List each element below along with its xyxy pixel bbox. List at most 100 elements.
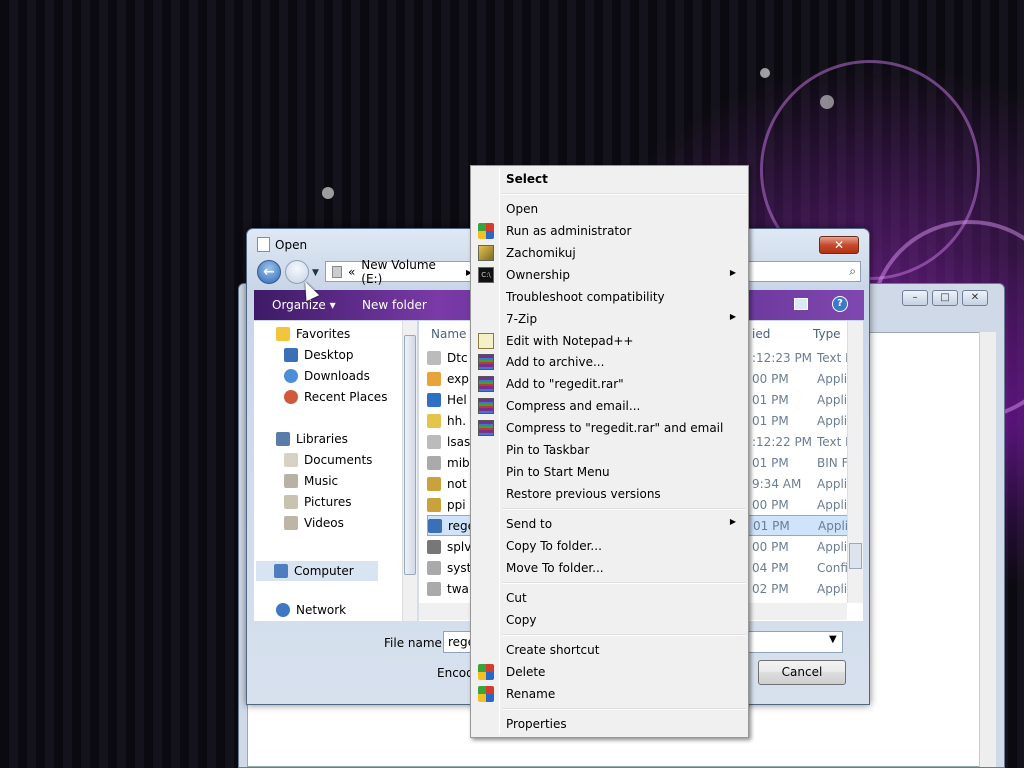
file-icon [427,581,441,596]
recent-places-icon [284,390,298,404]
menu-restore-versions[interactable]: Restore previous versions [473,483,746,505]
menu-pin-taskbar[interactable]: Pin to Taskbar [473,439,746,461]
star-icon [276,327,290,341]
dialog-close-button[interactable]: ✕ [819,236,859,254]
file-icon [427,497,441,512]
nav-libraries[interactable]: Libraries [276,432,348,446]
menu-delete[interactable]: Delete [473,661,746,683]
submenu-arrow-icon: ▶ [729,312,736,321]
uac-shield-icon [478,686,494,702]
maximize-button[interactable]: □ [932,290,958,306]
menu-copy[interactable]: Copy [473,609,746,631]
file-icon [427,371,441,386]
back-button[interactable]: ← [257,260,281,284]
file-date: 00 PM [752,497,789,512]
nav-scrollbar[interactable] [402,321,417,621]
encoding-label: Encod [437,666,474,680]
menu-troubleshoot[interactable]: Troubleshoot compatibility [473,286,746,308]
uac-shield-icon [478,223,494,239]
nav-recent-places[interactable]: Recent Places [284,390,387,404]
search-box[interactable]: ⌕ [747,261,861,282]
address-bar[interactable]: « New Volume (E:) ▸ [325,258,473,286]
file-type: Applic [817,539,851,554]
file-type: Applic [817,371,851,386]
list-scroll-thumb[interactable] [849,543,862,569]
nav-scroll-thumb[interactable] [404,335,416,575]
cancel-button[interactable]: Cancel [758,660,846,685]
nav-documents[interactable]: Documents [284,453,372,467]
winrar-icon [478,354,494,370]
pictures-icon [284,495,298,509]
file-icon [427,413,441,428]
file-icon [427,560,441,575]
menu-create-shortcut[interactable]: Create shortcut [473,639,746,661]
close-button[interactable]: ✕ [962,290,988,306]
minimize-button[interactable]: – [902,290,928,306]
network-icon [276,603,290,617]
file-type: Text D [817,350,851,365]
nav-videos[interactable]: Videos [284,516,344,530]
background-window-scrollbar[interactable] [979,332,996,767]
wallpaper-dot [760,68,770,78]
file-icon [427,350,441,365]
file-date: 9:34 AM [752,476,802,491]
menu-add-to-archive[interactable]: Add to archive... [473,351,746,373]
file-type: Applic [817,476,851,491]
organize-button[interactable]: Organize ▾ [272,298,336,312]
menu-separator [502,193,746,195]
list-scrollbar[interactable] [847,321,863,603]
nav-pictures[interactable]: Pictures [284,495,352,509]
context-menu: Select Open Run as administrator Zachomi… [470,165,749,738]
file-icon [427,539,441,554]
hamster-icon [478,245,494,261]
menu-separator [502,582,746,584]
file-type: Applic [817,392,851,407]
change-view-icon[interactable] [794,298,808,310]
menu-edit-notepadpp[interactable]: Edit with Notepad++ [473,330,746,352]
menu-move-to-folder[interactable]: Move To folder... [473,557,746,579]
search-icon[interactable]: ⌕ [849,264,856,279]
menu-select[interactable]: Select [473,168,746,190]
help-icon[interactable]: ? [832,296,848,312]
column-type[interactable]: Type [813,327,841,341]
nav-network[interactable]: Network [276,603,346,617]
file-icon [427,455,441,470]
nav-music[interactable]: Music [284,474,338,488]
filename-dropdown-icon[interactable]: ▼ [829,634,837,645]
menu-cut[interactable]: Cut [473,587,746,609]
menu-ownership[interactable]: C:\ Ownership ▶ [473,264,746,286]
libraries-icon [276,432,290,446]
menu-open[interactable]: Open [473,198,746,220]
nav-desktop[interactable]: Desktop [284,348,354,362]
new-folder-button[interactable]: New folder [362,298,427,312]
file-icon [427,434,441,449]
submenu-arrow-icon: ▶ [729,268,736,277]
menu-copy-to-folder[interactable]: Copy To folder... [473,535,746,557]
menu-rename[interactable]: Rename [473,683,746,705]
menu-compress-email[interactable]: Compress and email... [473,395,746,417]
menu-pin-start[interactable]: Pin to Start Menu [473,461,746,483]
file-date: 04 PM [752,560,789,575]
menu-properties[interactable]: Properties [473,713,746,735]
back-arrow-icon: ← [263,264,275,280]
nav-downloads[interactable]: Downloads [284,369,370,383]
column-date[interactable]: ied [752,327,770,341]
nav-computer[interactable]: Computer [256,561,378,581]
address-path[interactable]: New Volume (E:) [361,258,460,286]
recent-pages-dropdown[interactable]: ▼ [312,268,319,278]
menu-compress-regedit-email[interactable]: Compress to "regedit.rar" and email [473,417,746,439]
menu-run-as-admin[interactable]: Run as administrator [473,220,746,242]
file-date: 02 PM [752,581,789,596]
file-date: 00 PM [752,371,789,386]
nav-favorites[interactable]: Favorites [276,327,350,341]
menu-separator [502,634,746,636]
menu-add-to-regedit-rar[interactable]: Add to "regedit.rar" [473,373,746,395]
file-icon [428,518,442,533]
address-chevrons[interactable]: « [348,265,355,279]
winrar-icon [478,376,494,392]
menu-send-to[interactable]: Send to ▶ [473,513,746,535]
column-name[interactable]: Name [431,327,466,341]
dialog-title: Open [275,238,308,252]
menu-zachomikuj[interactable]: Zachomikuj [473,242,746,264]
menu-7zip[interactable]: 7-Zip ▶ [473,308,746,330]
